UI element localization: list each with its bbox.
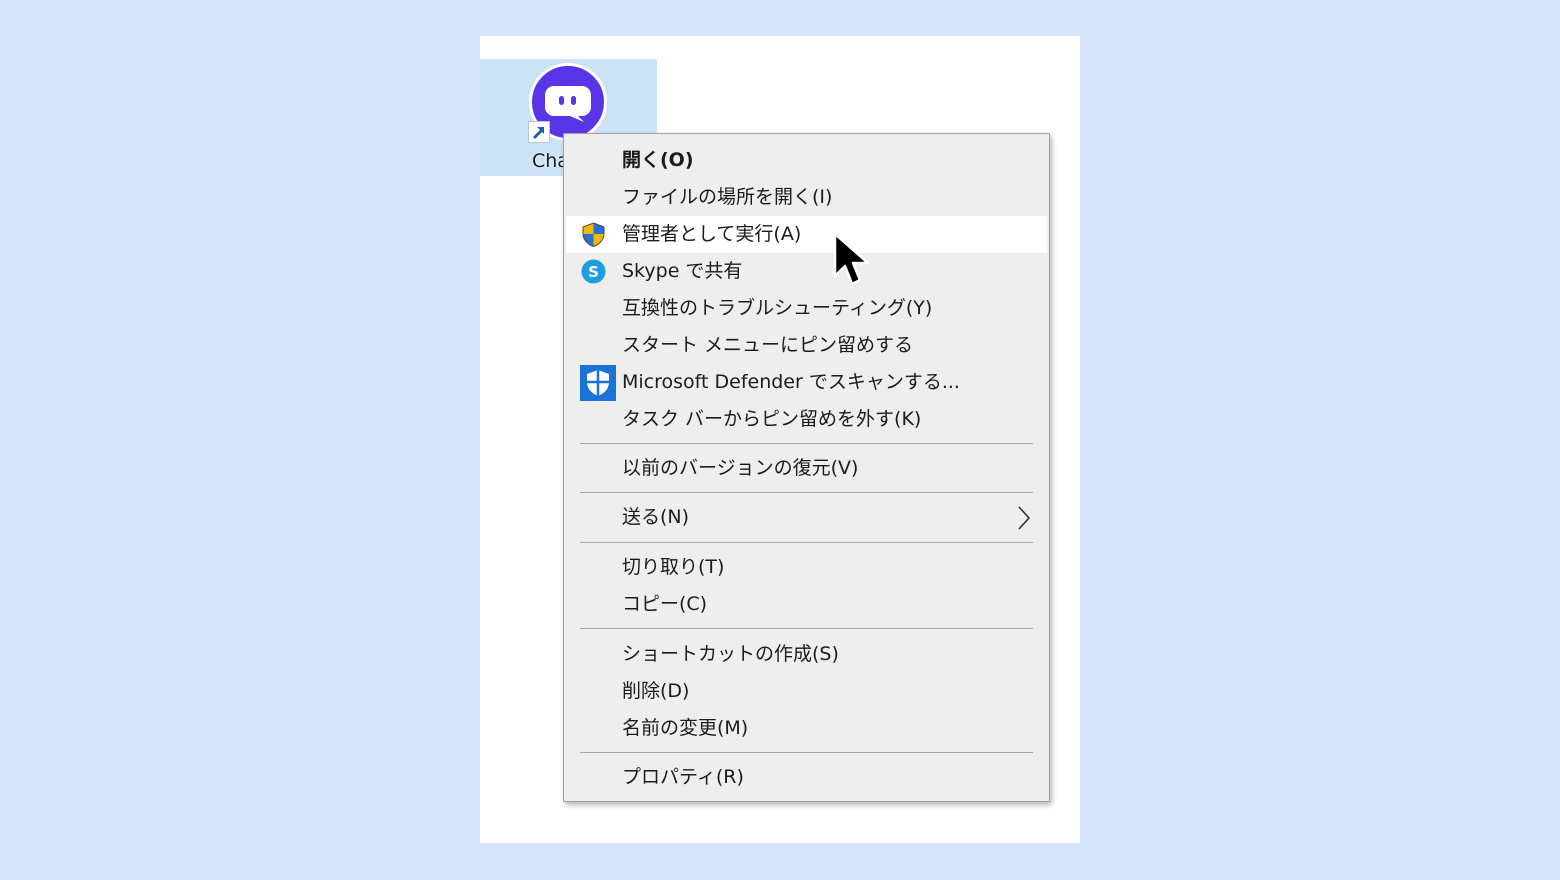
menu-item-label: ファイルの場所を開く(I) xyxy=(622,186,833,208)
stage: ChatGPT 開く(O) ファイルの場所を開く(I) 管理者として実行(A) xyxy=(0,0,1560,880)
menu-item-pin-start[interactable]: スタート メニューにピン留めする xyxy=(566,327,1047,364)
menu-item-label: プロパティ(R) xyxy=(622,766,744,788)
uac-shield-icon xyxy=(580,221,607,248)
menu-item-rename[interactable]: 名前の変更(M) xyxy=(566,710,1047,747)
menu-item-open-file-location[interactable]: ファイルの場所を開く(I) xyxy=(566,179,1047,216)
menu-item-properties[interactable]: プロパティ(R) xyxy=(566,759,1047,796)
shortcut-arrow-icon xyxy=(528,121,550,143)
menu-item-share-skype[interactable]: S Skype で共有 xyxy=(566,253,1047,290)
menu-item-label: 互換性のトラブルシューティング(Y) xyxy=(622,297,933,319)
menu-item-copy[interactable]: コピー(C) xyxy=(566,586,1047,623)
menu-separator xyxy=(580,542,1033,543)
menu-item-create-shortcut[interactable]: ショートカットの作成(S) xyxy=(566,636,1047,673)
menu-item-label: 管理者として実行(A) xyxy=(622,223,802,245)
menu-item-label: 名前の変更(M) xyxy=(622,717,749,739)
defender-shield-icon xyxy=(580,365,616,401)
menu-separator xyxy=(580,492,1033,493)
menu-item-label: 削除(D) xyxy=(622,680,690,702)
mouse-pointer-icon xyxy=(832,232,874,294)
menu-item-label: Skype で共有 xyxy=(622,260,743,282)
context-menu: 開く(O) ファイルの場所を開く(I) 管理者として実行(A) S Skype … xyxy=(563,133,1050,802)
menu-item-open[interactable]: 開く(O) xyxy=(566,142,1047,179)
shortcut-label[interactable]: ChatGPT xyxy=(532,150,564,172)
menu-item-restore-versions[interactable]: 以前のバージョンの復元(V) xyxy=(566,450,1047,487)
menu-item-run-as-admin[interactable]: 管理者として実行(A) xyxy=(566,216,1047,253)
menu-item-unpin-taskbar[interactable]: タスク バーからピン留めを外す(K) xyxy=(566,401,1047,438)
menu-item-send-to[interactable]: 送る(N) xyxy=(566,499,1047,536)
menu-separator xyxy=(580,752,1033,753)
menu-item-label: 送る(N) xyxy=(622,506,690,528)
menu-item-label: Microsoft Defender でスキャンする... xyxy=(622,371,960,393)
menu-item-defender-scan[interactable]: Microsoft Defender でスキャンする... xyxy=(566,364,1047,401)
menu-item-label: 以前のバージョンの復元(V) xyxy=(622,457,859,479)
menu-item-label: ショートカットの作成(S) xyxy=(622,643,839,665)
chevron-right-icon xyxy=(1016,505,1032,535)
menu-item-compat-troubleshoot[interactable]: 互換性のトラブルシューティング(Y) xyxy=(566,290,1047,327)
menu-item-delete[interactable]: 削除(D) xyxy=(566,673,1047,710)
menu-item-label: スタート メニューにピン留めする xyxy=(622,334,914,356)
menu-item-label: コピー(C) xyxy=(622,593,708,615)
menu-separator xyxy=(580,628,1033,629)
skype-icon: S xyxy=(580,258,607,285)
menu-item-label: 切り取り(T) xyxy=(622,556,725,578)
menu-item-cut[interactable]: 切り取り(T) xyxy=(566,549,1047,586)
svg-text:S: S xyxy=(588,263,599,281)
menu-separator xyxy=(580,443,1033,444)
menu-item-label: タスク バーからピン留めを外す(K) xyxy=(622,408,922,430)
menu-item-label: 開く(O) xyxy=(622,149,694,171)
